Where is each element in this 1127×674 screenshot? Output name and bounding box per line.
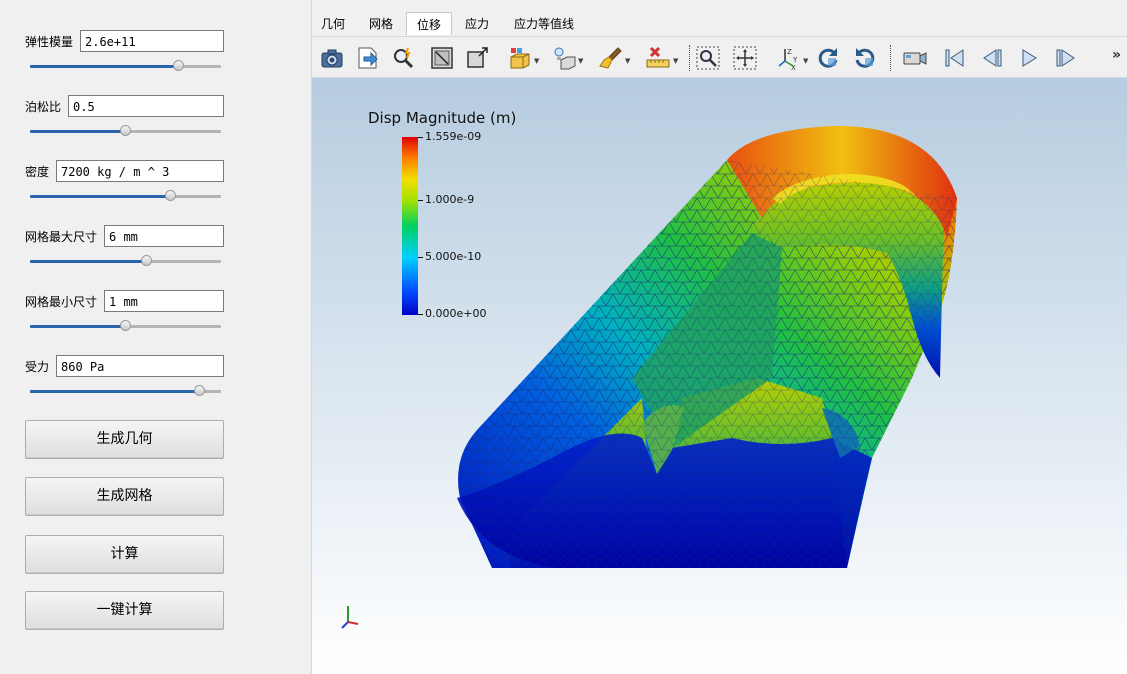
3d-viewport[interactable]: Disp Magnitude (m) 1.559e-09 1.000e-9 5.…: [312, 78, 1127, 674]
mesh-min-size-slider[interactable]: [30, 320, 221, 332]
last-frame-icon[interactable]: [1053, 45, 1079, 71]
slider-handle[interactable]: [193, 385, 205, 396]
mesh-max-size-input[interactable]: 6 mm: [104, 225, 224, 247]
slider-handle[interactable]: [119, 320, 131, 331]
force-input[interactable]: 860 Pa: [56, 355, 224, 377]
camera-icon[interactable]: [319, 45, 345, 71]
poisson-ratio-input[interactable]: 0.5: [68, 95, 224, 117]
viewer-toolbar: ▼ ▼ ▼ ▼ ZYX ▼ »: [312, 36, 1127, 78]
elastic-modulus-input[interactable]: 2.6e+11: [80, 30, 224, 52]
result-tabs: 几何 网格 位移 应力 应力等值线: [312, 12, 1127, 36]
chevron-down-icon: ▼: [803, 57, 809, 65]
poisson-ratio-slider[interactable]: [30, 125, 221, 137]
param-label: 泊松比: [25, 100, 62, 114]
slider-handle[interactable]: [119, 125, 131, 136]
chevron-down-icon: ▼: [534, 57, 540, 65]
video-camera-icon[interactable]: [902, 45, 928, 71]
lightbulb-icon[interactable]: [551, 45, 577, 71]
rotate-ccw-icon[interactable]: [852, 45, 878, 71]
tab-mesh[interactable]: 网格: [360, 12, 402, 35]
svg-text:X: X: [791, 64, 796, 71]
find-data-icon[interactable]: [391, 45, 417, 71]
density-slider[interactable]: [30, 190, 221, 202]
chevron-down-icon: ▼: [578, 57, 584, 65]
previous-frame-icon[interactable]: [979, 45, 1005, 71]
play-icon[interactable]: [1016, 45, 1042, 71]
toolbar-separator: [890, 45, 891, 71]
first-frame-icon[interactable]: [942, 45, 968, 71]
mesh-min-size-input[interactable]: 1 mm: [104, 290, 224, 312]
cube-color-icon[interactable]: [507, 45, 533, 71]
slider-handle[interactable]: [165, 190, 177, 201]
parameter-panel: 弹性模量 2.6e+11 泊松比 0.5 密度 7200 kg / m ^ 3 …: [0, 0, 312, 674]
model-mesh: [457, 125, 957, 568]
elastic-modulus-slider[interactable]: [30, 60, 221, 72]
tab-stress-contour[interactable]: 应力等值线: [504, 12, 584, 35]
toolbar-overflow-icon[interactable]: »: [1112, 47, 1121, 63]
generate-geometry-button[interactable]: 生成几何: [25, 420, 224, 459]
displacement-model: [457, 125, 957, 568]
one-click-compute-button[interactable]: 一键计算: [25, 591, 224, 630]
chevron-down-icon: ▼: [673, 57, 679, 65]
toolbar-separator: [689, 45, 690, 71]
zoom-to-box-icon[interactable]: [465, 45, 491, 71]
param-label: 受力: [25, 360, 50, 374]
chevron-down-icon: ▼: [625, 57, 631, 65]
axes-orientation-icon[interactable]: ZYX: [776, 45, 802, 71]
tab-geometry[interactable]: 几何: [312, 12, 354, 35]
fit-view-icon[interactable]: [732, 45, 758, 71]
svg-text:Z: Z: [787, 48, 792, 56]
slider-handle[interactable]: [140, 255, 152, 266]
rotate-cw-icon[interactable]: [815, 45, 841, 71]
delete-ruler-icon[interactable]: [645, 45, 671, 71]
mesh-max-size-slider[interactable]: [30, 255, 221, 267]
param-label: 网格最小尺寸: [25, 295, 98, 309]
compute-button[interactable]: 计算: [25, 535, 224, 574]
save-screenshot-icon[interactable]: [355, 45, 381, 71]
param-label: 网格最大尺寸: [25, 230, 98, 244]
paint-brush-icon[interactable]: [598, 45, 624, 71]
zoom-select-icon[interactable]: [695, 45, 721, 71]
slider-handle[interactable]: [172, 60, 184, 71]
tab-stress[interactable]: 应力: [456, 12, 498, 35]
density-input[interactable]: 7200 kg / m ^ 3: [56, 160, 224, 182]
param-label: 密度: [25, 165, 50, 179]
param-label: 弹性模量: [25, 35, 74, 49]
orientation-axes-icon: [341, 606, 359, 629]
tab-displacement[interactable]: 位移: [406, 12, 452, 35]
result-area: 几何 网格 位移 应力 应力等值线 ▼ ▼ ▼ ▼ Z Y X ▼ » Disp…: [312, 0, 1127, 674]
generate-mesh-button[interactable]: 生成网格: [25, 477, 224, 516]
svg-text:Y: Y: [792, 56, 798, 64]
reset-camera-icon[interactable]: [429, 45, 455, 71]
force-slider[interactable]: [30, 385, 221, 397]
